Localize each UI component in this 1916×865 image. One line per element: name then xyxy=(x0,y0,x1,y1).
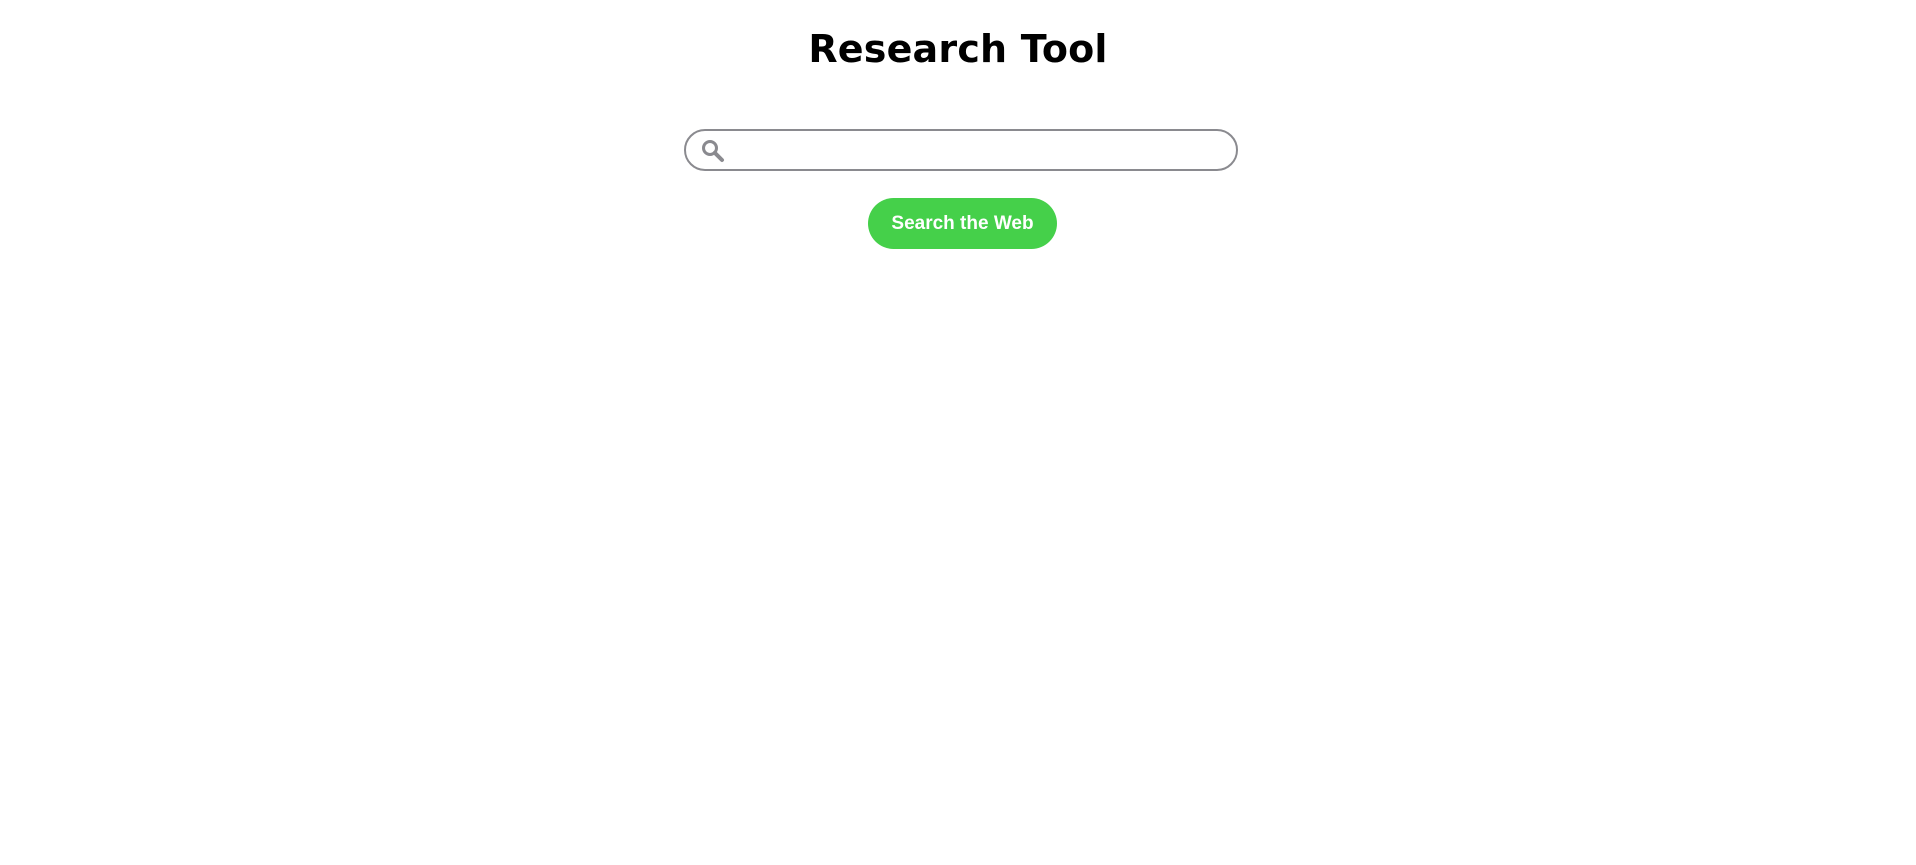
search-the-web-button[interactable]: Search the Web xyxy=(868,198,1057,249)
search-icon xyxy=(702,140,724,162)
search-box[interactable] xyxy=(684,129,1238,171)
page-title: Research Tool xyxy=(808,27,1108,71)
research-tool-page: Research Tool Search the Web xyxy=(0,0,1916,865)
search-input[interactable] xyxy=(732,135,1226,165)
